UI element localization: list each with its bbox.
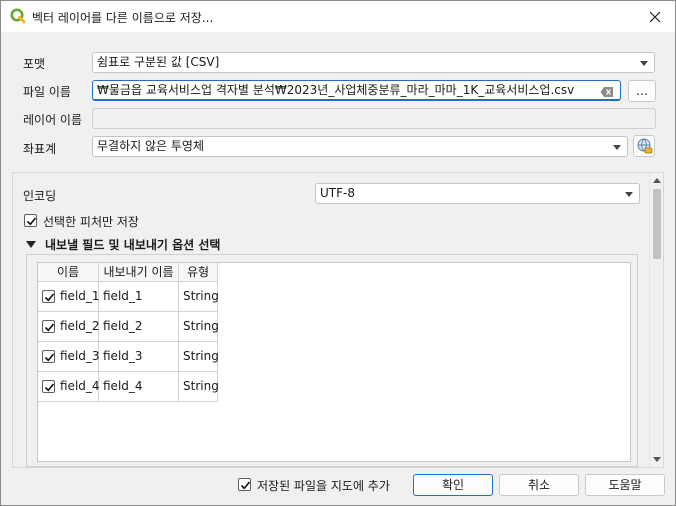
table-cell-export-name[interactable]: field_1	[99, 282, 179, 312]
cancel-button-label: 취소	[527, 478, 551, 492]
add-to-map-checkbox[interactable]	[238, 478, 251, 491]
scroll-up-icon[interactable]	[653, 178, 661, 183]
window-title: 벡터 레이어를 다른 이름으로 저장...	[32, 11, 214, 25]
format-label: 포맷	[23, 57, 46, 71]
crs-selector-button[interactable]	[633, 135, 655, 157]
chevron-down-icon	[625, 192, 633, 197]
layername-label: 레이어 이름	[23, 113, 83, 127]
table-cell-type: String	[179, 372, 219, 402]
field-name: field_3	[60, 349, 100, 363]
column-header-type[interactable]: 유형	[179, 263, 218, 282]
crs-select[interactable]: 무결하지 않은 투영체	[92, 136, 628, 157]
filename-input[interactable]: ₩물금읍 교육서비스업 격자별 분석₩2023년_사업체중분류_마라_마마_1K…	[92, 80, 621, 101]
vertical-scrollbar[interactable]	[649, 173, 663, 467]
scroll-down-icon[interactable]	[653, 457, 661, 462]
options-scroll-area[interactable]: 인코딩 UTF-8 선택한 피처만 저장 내보낼 필드 및 내보내기 옵션 선택…	[12, 172, 664, 468]
field-checkbox[interactable]	[42, 290, 55, 303]
fields-group-box: 이름 내보내기 이름 유형 field_1 field_1 String fie…	[26, 254, 638, 467]
table-header: 이름 내보내기 이름 유형	[38, 263, 218, 282]
selected-only-checkbox[interactable]	[24, 214, 37, 227]
encoding-select[interactable]: UTF-8	[315, 183, 640, 204]
checkmark-icon	[44, 383, 55, 392]
filename-value: ₩물금읍 교육서비스업 격자별 분석₩2023년_사업체중분류_마라_마마_1K…	[97, 83, 575, 97]
checkmark-icon	[240, 481, 251, 490]
table-cell-export-name[interactable]: field_3	[99, 342, 179, 372]
table-cell-name: field_2	[38, 312, 100, 342]
format-value: 쉼표로 구분된 값 [CSV]	[97, 55, 220, 69]
table-row: field_1 field_1 String	[38, 282, 219, 312]
checkmark-icon	[44, 353, 55, 362]
encoding-value: UTF-8	[320, 186, 355, 200]
fields-table: 이름 내보내기 이름 유형 field_1 field_1 String fie…	[37, 262, 631, 462]
browse-button-label: …	[636, 84, 648, 98]
checkmark-icon	[44, 323, 55, 332]
save-vector-layer-dialog: 벡터 레이어를 다른 이름으로 저장... 포맷 쉼표로 구분된 값 [CSV]…	[0, 0, 676, 506]
title-bar: 벡터 레이어를 다른 이름으로 저장...	[1, 1, 675, 32]
crs-value: 무결하지 않은 투영체	[97, 139, 204, 153]
chevron-down-icon	[613, 145, 621, 150]
cancel-button[interactable]: 취소	[499, 474, 579, 496]
layername-input[interactable]	[92, 108, 656, 129]
chevron-down-icon	[640, 61, 648, 66]
table-cell-type: String	[179, 282, 219, 312]
help-button-label: 도움말	[608, 478, 642, 492]
table-cell-export-name[interactable]: field_4	[99, 372, 179, 402]
help-button[interactable]: 도움말	[585, 474, 665, 496]
table-cell-name: field_4	[38, 372, 100, 402]
ok-button[interactable]: 확인	[413, 474, 493, 496]
encoding-label: 인코딩	[23, 189, 57, 203]
selected-only-label: 선택한 피처만 저장	[43, 215, 139, 229]
table-row: field_4 field_4 String	[38, 372, 219, 402]
table-cell-name: field_1	[38, 282, 100, 312]
column-header-name[interactable]: 이름	[38, 263, 99, 282]
table-cell-type: String	[179, 342, 219, 372]
fields-group-title[interactable]: 내보낼 필드 및 내보내기 옵션 선택	[45, 236, 220, 253]
checkmark-icon	[44, 293, 55, 302]
globe-icon	[637, 138, 653, 154]
close-button[interactable]	[635, 1, 675, 32]
scrollbar-thumb[interactable]	[653, 189, 661, 259]
browse-button[interactable]: …	[628, 80, 656, 102]
table-cell-export-name[interactable]: field_2	[99, 312, 179, 342]
column-header-export-name[interactable]: 내보내기 이름	[99, 263, 179, 282]
filename-label: 파일 이름	[23, 85, 71, 99]
table-row: field_2 field_2 String	[38, 312, 219, 342]
table-cell-type: String	[179, 312, 219, 342]
qgis-icon	[10, 8, 26, 24]
field-checkbox[interactable]	[42, 350, 55, 363]
format-select[interactable]: 쉼표로 구분된 값 [CSV]	[92, 52, 655, 73]
collapse-arrow-icon[interactable]	[26, 241, 36, 248]
ok-button-label: 확인	[441, 478, 465, 492]
field-name: field_4	[60, 379, 100, 393]
table-cell-name: field_3	[38, 342, 100, 372]
crs-label: 좌표계	[23, 142, 57, 156]
field-checkbox[interactable]	[42, 380, 55, 393]
clear-icon[interactable]	[600, 85, 614, 97]
field-name: field_1	[60, 289, 100, 303]
close-icon	[649, 11, 661, 22]
checkmark-icon	[26, 217, 37, 226]
table-row: field_3 field_3 String	[38, 342, 219, 372]
field-name: field_2	[60, 319, 100, 333]
add-to-map-label: 저장된 파일을 지도에 추가	[257, 479, 390, 493]
field-checkbox[interactable]	[42, 320, 55, 333]
